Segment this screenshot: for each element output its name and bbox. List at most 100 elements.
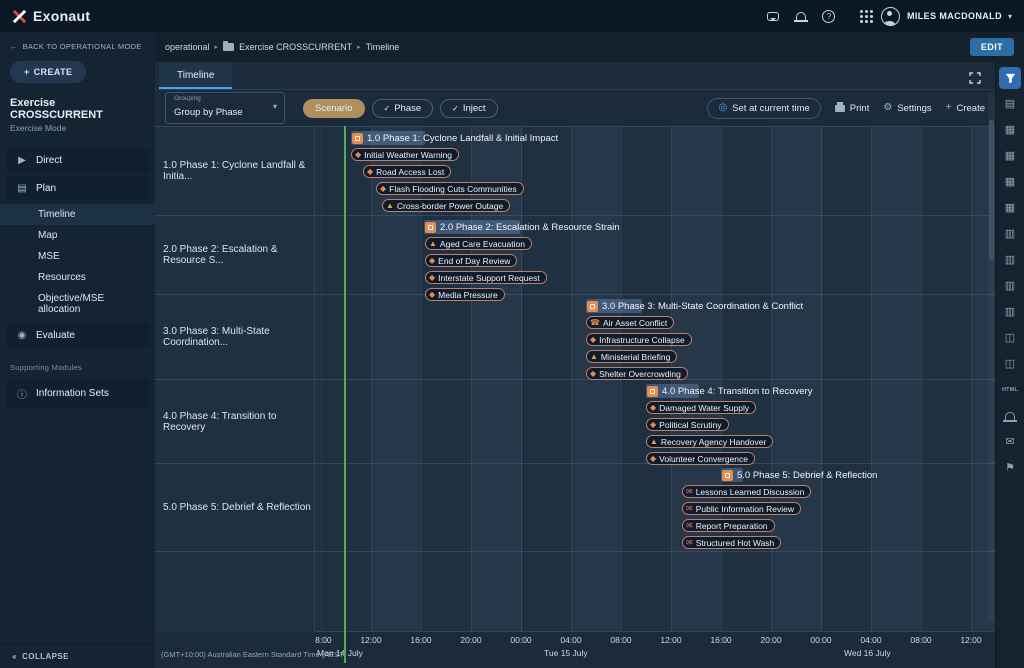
storage-icon-4[interactable]: ▥ [999,301,1021,323]
chip-phase[interactable]: ✓Phase [372,99,434,118]
diamond-icon: ◆ [380,185,386,193]
diamond-icon: ◆ [650,421,656,429]
team-icon-1[interactable]: ◫ [999,327,1021,349]
storage-icon-1[interactable]: ▥ [999,223,1021,245]
storage-icon-2[interactable]: ▥ [999,249,1021,271]
storage-icon-3[interactable]: ▥ [999,275,1021,297]
plan-children: TimelineMapMSEResourcesObjective/MSE all… [0,204,155,320]
avatar[interactable] [881,7,900,26]
inject-road-access-lost[interactable]: ◆Road Access Lost [363,165,451,178]
tick-label: 20:00 [760,635,781,645]
user-menu-chevron-icon[interactable]: ▾ [1008,12,1012,21]
inject-public-information-review[interactable]: ✉Public Information Review [682,502,801,515]
sidebar: ← BACK TO OPERATIONAL MODE +CREATE Exerc… [0,32,155,668]
warning-icon: ▲ [650,438,658,446]
inject-aged-care-evacuation[interactable]: ▲Aged Care Evacuation [425,237,532,250]
create-button[interactable]: +CREATE [10,61,86,83]
inject-volunteer-convergence[interactable]: ◆Volunteer Convergence [646,452,755,465]
collapse-sidebar-button[interactable]: « COLLAPSE [0,644,155,668]
tab-timeline[interactable]: Timeline [159,63,232,89]
sidebar-item-direct[interactable]: ▶ Direct [6,148,149,173]
export-icon[interactable]: ▤ [999,93,1021,115]
evaluate-icon: ◉ [16,330,28,341]
tick-label: 20:00 [460,635,481,645]
inject-structured-hot-wash[interactable]: ✉Structured Hot Wash [682,536,781,549]
inject-damaged-water-supply[interactable]: ◆Damaged Water Supply [646,401,756,414]
group-label: 4.0 Phase 4: Transition to Recovery [163,411,314,433]
tab-bar: Timeline [155,62,995,90]
tick-label: 04:00 [560,635,581,645]
print-button[interactable]: Print [835,103,870,114]
inject-recovery-agency-handover[interactable]: ▲Recovery Agency Handover [646,435,773,448]
inject-infrastructure-collapse[interactable]: ◆Infrastructure Collapse [586,333,692,346]
inject-end-of-day-review[interactable]: ◆End of Day Review [425,254,517,267]
inject-shelter-overcrowding[interactable]: ◆Shelter Overcrowding [586,367,688,380]
create-button[interactable]: +Create [946,103,985,114]
group-label: 3.0 Phase 3: Multi-State Coordination... [163,326,314,348]
html-icon[interactable]: HTML [999,379,1021,401]
breadcrumb-item-operational[interactable]: operational [165,42,210,52]
panel-icon-2[interactable]: ▦ [999,145,1021,167]
breadcrumb-item-exercise-crosscurrent[interactable]: Exercise CROSSCURRENT [239,42,352,52]
diamond-icon: ◆ [367,168,373,176]
inject-ministerial-briefing[interactable]: ▲Ministerial Briefing [586,350,677,363]
chip-scenario[interactable]: Scenario [303,99,365,118]
back-to-operational-mode[interactable]: ← BACK TO OPERATIONAL MODE [0,32,155,59]
phase-bar-1-0-phase-1[interactable]: 1.0 Phase 1: Cyclone Landfall & Initial … [351,131,558,145]
scrollbar-thumb[interactable] [989,120,994,260]
phase-bar-4-0-phase-4[interactable]: 4.0 Phase 4: Transition to Recovery [646,384,813,398]
exercise-title: Exercise CROSSCURRENT [0,97,155,123]
settings-button[interactable]: ⚙Settings [883,103,931,114]
toolbar-actions: ◎Set at current time Print ⚙Settings +Creat… [707,98,985,119]
tick-label: 08:00 [910,635,931,645]
timeline-row: 4.0 Phase 4: Transition to Recovery ◆Dama… [315,380,995,464]
chat-icon[interactable] [759,4,787,28]
diamond-icon: ◆ [590,370,596,378]
apps-icon[interactable] [843,4,871,28]
help-icon[interactable]: ? [815,4,843,28]
inject-interstate-support-request[interactable]: ◆Interstate Support Request [425,271,547,284]
reports-icon[interactable]: ⚑ [999,457,1021,479]
sidebar-item-resources[interactable]: Resources [0,267,155,288]
sidebar-item-mse[interactable]: MSE [0,246,155,267]
notifications-icon[interactable] [999,405,1021,427]
chip-inject[interactable]: ✓Inject [440,99,497,118]
edit-button[interactable]: EDIT [970,38,1014,56]
sidebar-item-plan[interactable]: ▤ Plan [6,176,149,201]
notifications-icon[interactable] [787,4,815,28]
panel-icon-3[interactable]: ▦ [999,171,1021,193]
grouping-select[interactable]: Grouping Group by Phase ▾ [165,92,285,124]
inject-air-asset-conflict[interactable]: ☎Air Asset Conflict [586,316,674,329]
mail-icon[interactable]: ✉ [999,431,1021,453]
inject-report-preparation[interactable]: ✉Report Preparation [682,519,775,532]
inject-flash-flooding-cuts-communities[interactable]: ◆Flash Flooding Cuts Communities [376,182,524,195]
panel-icon-1[interactable]: ▦ [999,119,1021,141]
inject-initial-weather-warning[interactable]: ◆Initial Weather Warning [351,148,459,161]
inject-political-scrutiny[interactable]: ◆Political Scrutiny [646,418,729,431]
team-icon-2[interactable]: ◫ [999,353,1021,375]
inject-lessons-learned-discussion[interactable]: ✉Lessons Learned Discussion [682,485,811,498]
exonaut-logo-icon [12,9,27,24]
day-row: (GMT+10:00) Australian Eastern Standard … [155,647,995,662]
timeline-plot: 1.0 Phase 1: Cyclone Landfall & Initial … [315,127,995,631]
warning-icon: ▲ [429,240,437,248]
sidebar-item-map[interactable]: Map [0,225,155,246]
fullscreen-icon[interactable] [969,72,981,84]
plus-icon: + [24,67,30,77]
sidebar-item-objective-mse-allocation[interactable]: Objective/MSE allocation [0,288,155,320]
panel-icon-4[interactable]: ▦ [999,197,1021,219]
sidebar-item-timeline[interactable]: Timeline [0,204,155,225]
inject-media-pressure[interactable]: ◆Media Pressure [425,288,505,301]
phase-bar-3-0-phase-3[interactable]: 3.0 Phase 3: Multi-State Coordination & … [586,299,803,313]
phase-bar-5-0-phase-5[interactable]: 5.0 Phase 5: Debrief & Reflection [721,468,877,482]
tick-label: 00:00 [810,635,831,645]
sidebar-item-evaluate[interactable]: ◉ Evaluate [6,323,149,348]
sidebar-item-information-sets[interactable]: ⓘ Information Sets [6,379,149,408]
set-at-current-time-button[interactable]: ◎Set at current time [707,98,820,119]
timeline-label-col: 1.0 Phase 1: Cyclone Landfall & Initia..… [155,127,315,631]
inject-cross-border-power-outage[interactable]: ▲Cross-border Power Outage [382,199,510,212]
phase-bar-2-0-phase-2[interactable]: 2.0 Phase 2: Escalation & Resource Strai… [424,220,620,234]
scrollbar[interactable] [988,92,995,622]
user-name[interactable]: MILES MACDONALD [907,11,1002,21]
filter-icon[interactable] [999,67,1021,89]
